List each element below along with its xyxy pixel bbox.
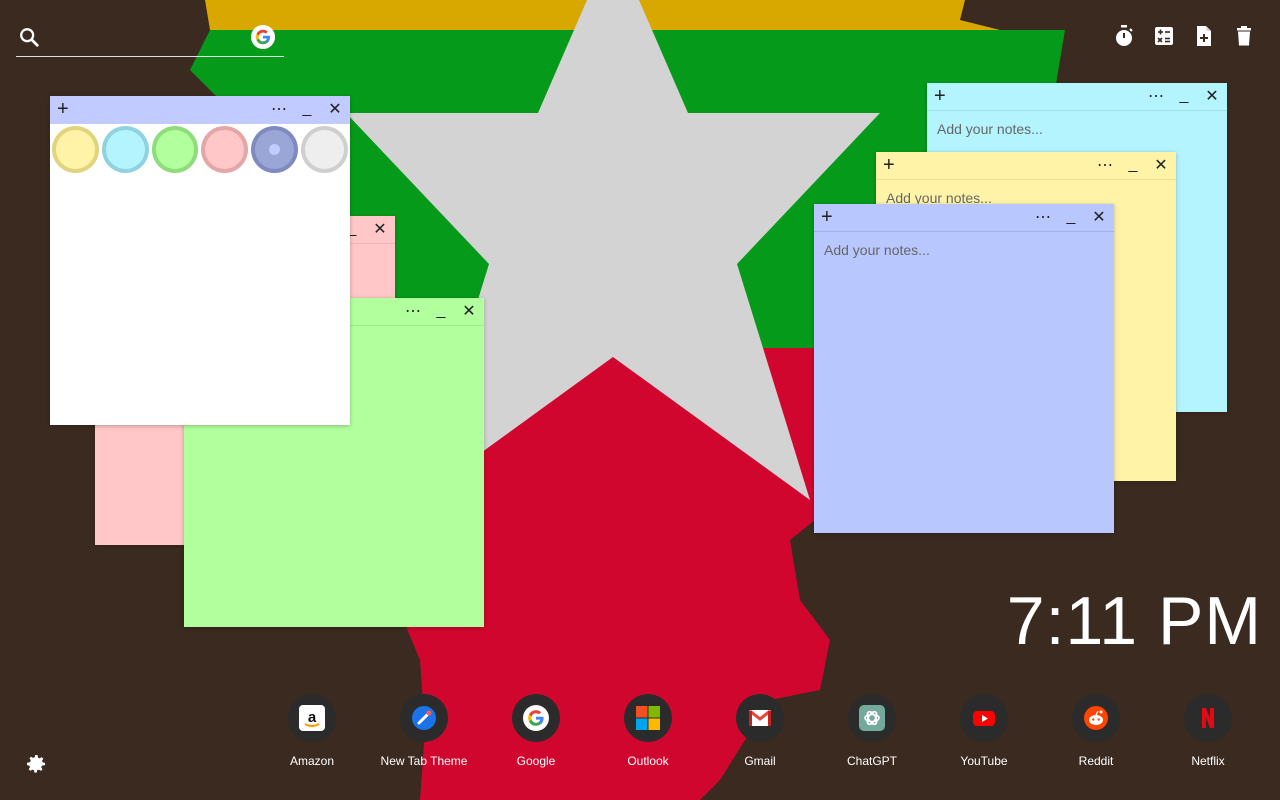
color-swatch-white[interactable] — [301, 126, 348, 173]
note-minimize-button[interactable]: _ — [298, 100, 316, 118]
note-titlebar[interactable]: + ⋯ _ ✕ — [814, 204, 1114, 232]
timer-icon[interactable] — [1112, 24, 1136, 48]
note-titlebar[interactable]: + ⋯ _ ✕ — [927, 83, 1227, 111]
search-icon[interactable] — [18, 26, 40, 48]
outlook-icon — [636, 706, 660, 730]
note-close-button[interactable]: ✕ — [1203, 87, 1221, 105]
note-menu-button[interactable]: ⋯ — [404, 302, 422, 320]
shortcut-chatgpt[interactable]: ChatGPT — [816, 694, 928, 768]
shortcut-bar: a Amazon New Tab Theme Google Outlook Gm… — [256, 694, 1264, 768]
chatgpt-icon — [859, 705, 885, 731]
search-input[interactable] — [50, 24, 240, 50]
shortcut-label: YouTube — [960, 754, 1008, 768]
shortcut-google[interactable]: Google — [480, 694, 592, 768]
add-note-button[interactable]: + — [934, 86, 946, 106]
sticky-note-blue[interactable]: + ⋯ _ ✕ — [814, 204, 1114, 533]
note-close-button[interactable]: ✕ — [460, 302, 478, 320]
reddit-icon — [1084, 706, 1108, 730]
google-icon[interactable] — [251, 25, 275, 49]
shortcut-amazon[interactable]: a Amazon — [256, 694, 368, 768]
settings-gear-icon[interactable] — [24, 752, 48, 776]
shortcut-outlook[interactable]: Outlook — [592, 694, 704, 768]
shortcut-label: Google — [516, 754, 556, 768]
shortcut-youtube[interactable]: YouTube — [928, 694, 1040, 768]
shortcut-label: Gmail — [744, 754, 776, 768]
add-note-button[interactable]: + — [57, 99, 69, 119]
note-close-button[interactable]: ✕ — [371, 220, 389, 238]
new-note-icon[interactable] — [1192, 24, 1216, 48]
calculator-icon[interactable] — [1152, 24, 1176, 48]
shortcut-label: Amazon — [289, 754, 335, 768]
youtube-icon — [973, 711, 995, 726]
shortcut-new-tab-theme[interactable]: New Tab Theme — [368, 694, 480, 768]
new-tab-theme-icon — [412, 706, 436, 730]
note-close-button[interactable]: ✕ — [326, 100, 344, 118]
top-toolbar — [1112, 24, 1256, 48]
shortcut-label: Outlook — [627, 754, 669, 768]
google-icon — [523, 705, 549, 731]
color-swatch-cyan[interactable] — [101, 126, 149, 173]
note-menu-button[interactable]: ⋯ — [1034, 208, 1052, 226]
color-swatch-blue-selected[interactable] — [251, 126, 299, 173]
note-close-button[interactable]: ✕ — [1152, 156, 1170, 174]
shortcut-label: New Tab Theme — [380, 754, 468, 768]
note-titlebar[interactable]: + ⋯ _ ✕ — [876, 152, 1176, 180]
search-bar — [16, 20, 284, 57]
shortcut-label: ChatGPT — [846, 754, 897, 768]
note-menu-button[interactable]: ⋯ — [270, 100, 288, 118]
svg-text:a: a — [308, 709, 317, 726]
netflix-icon — [1202, 708, 1214, 728]
add-note-button[interactable]: + — [883, 155, 895, 175]
amazon-icon: a — [299, 705, 325, 731]
shortcut-gmail[interactable]: Gmail — [704, 694, 816, 768]
color-swatch-pink[interactable] — [201, 126, 249, 173]
shortcut-label: Reddit — [1078, 754, 1114, 768]
gmail-icon — [749, 709, 771, 726]
sticky-note-white[interactable]: + ⋯ _ ✕ — [50, 96, 350, 425]
note-titlebar[interactable]: + ⋯ _ ✕ — [50, 96, 350, 124]
note-color-palette — [50, 124, 350, 173]
clock-time: 7:11 PM — [1006, 583, 1262, 659]
note-minimize-button[interactable]: _ — [1062, 208, 1080, 226]
shortcut-label: Netflix — [1191, 754, 1225, 768]
note-menu-button[interactable]: ⋯ — [1147, 87, 1165, 105]
note-minimize-button[interactable]: _ — [1124, 156, 1142, 174]
color-swatch-green[interactable] — [151, 126, 199, 173]
note-minimize-button[interactable]: _ — [432, 302, 450, 320]
shortcut-netflix[interactable]: Netflix — [1152, 694, 1264, 768]
note-minimize-button[interactable]: _ — [1175, 87, 1193, 105]
note-menu-button[interactable]: ⋯ — [1096, 156, 1114, 174]
trash-icon[interactable] — [1232, 24, 1256, 48]
note-textarea[interactable] — [814, 232, 1114, 533]
shortcut-reddit[interactable]: Reddit — [1040, 694, 1152, 768]
note-close-button[interactable]: ✕ — [1090, 208, 1108, 226]
add-note-button[interactable]: + — [821, 207, 833, 227]
color-swatch-yellow[interactable] — [52, 126, 99, 173]
